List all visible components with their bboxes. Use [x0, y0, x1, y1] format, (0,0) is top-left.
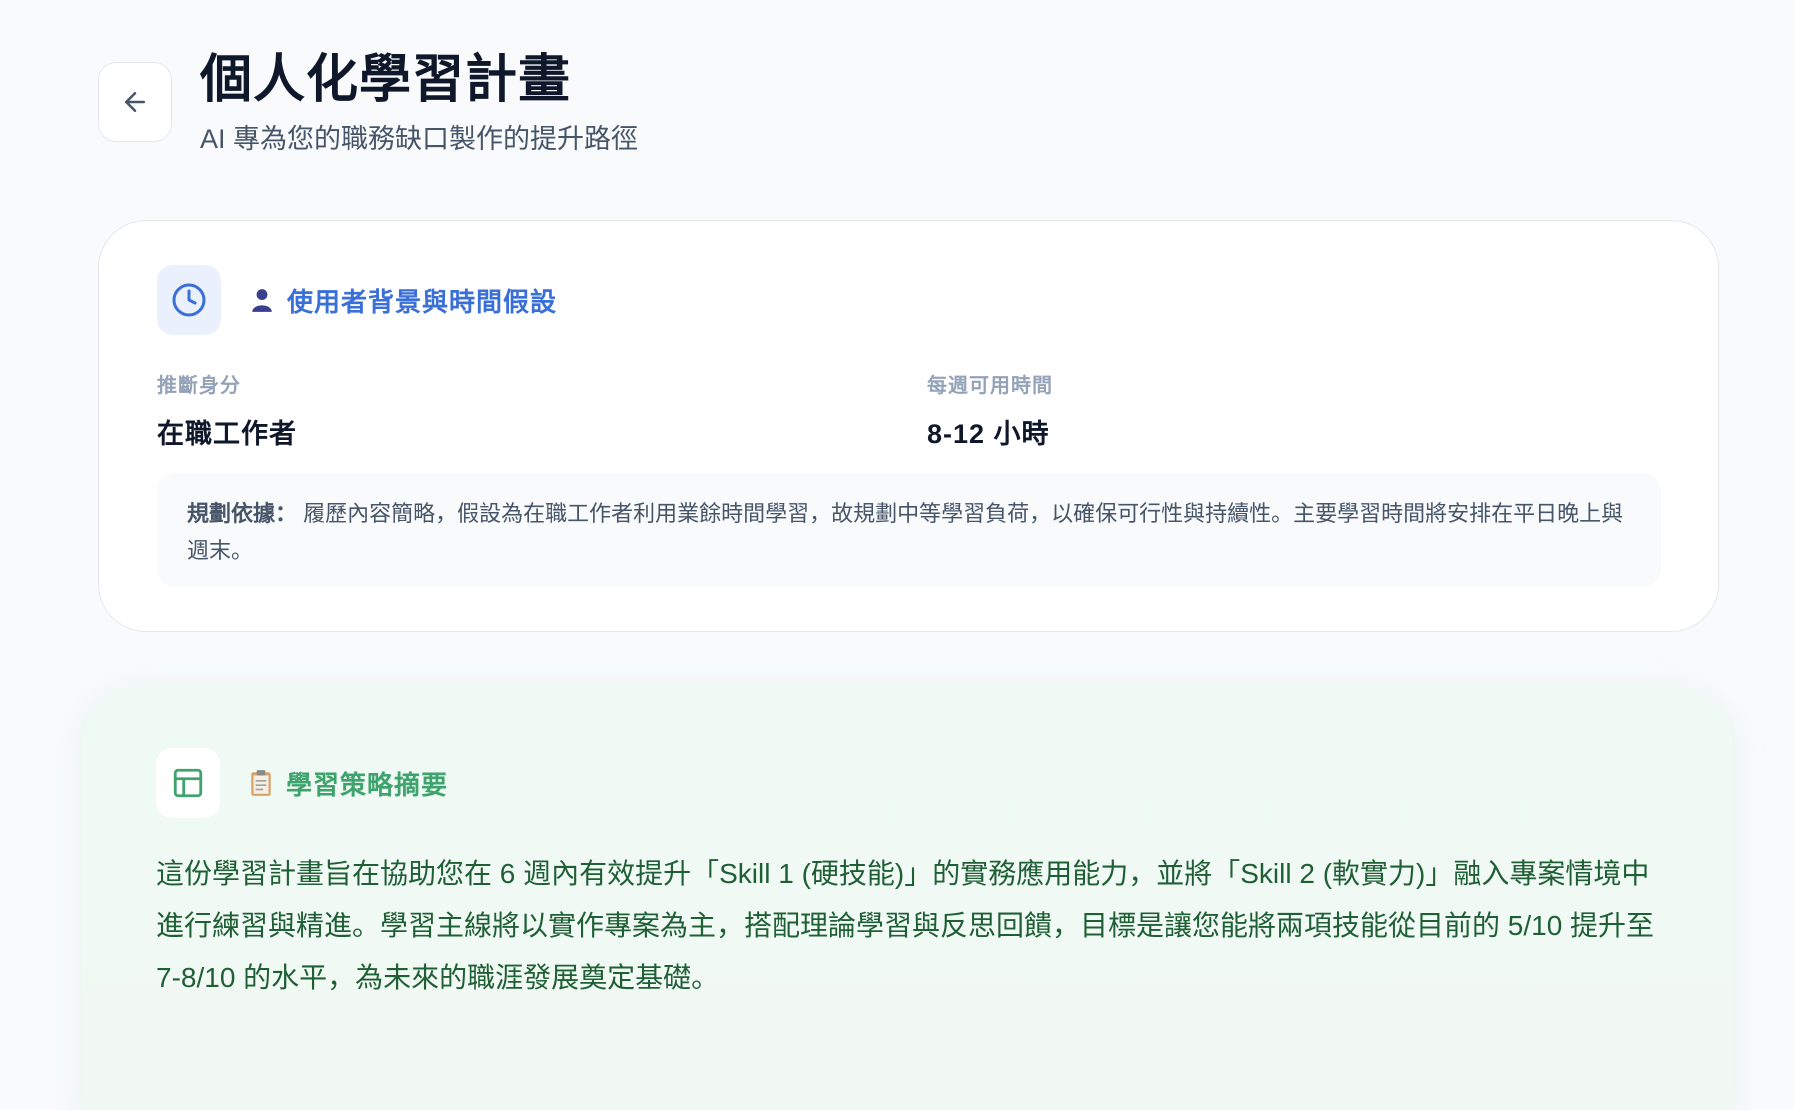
- background-assumptions-card: 使用者背景與時間假設 推斷身分 在職工作者 每週可用時間 8-12 小時 規劃依…: [98, 220, 1719, 632]
- layout-icon-box: [156, 748, 220, 818]
- page-header: 個人化學習計畫 AI 專為您的職務缺口製作的提升路徑: [98, 48, 638, 156]
- arrow-left-icon: [125, 92, 145, 112]
- weekly-time-field: 每週可用時間 8-12 小時: [927, 369, 1053, 451]
- page-subtitle: AI 專為您的職務缺口製作的提升路徑: [200, 124, 639, 154]
- weekly-time-value: 8-12 小時: [927, 419, 1050, 449]
- clipboard-icon: [248, 769, 274, 797]
- weekly-time-label: 每週可用時間: [927, 375, 1053, 397]
- strategy-summary-card: 學習策略摘要 這份學習計畫旨在協助您在 6 週內有效提升「Skill 1 (硬技…: [82, 686, 1732, 1110]
- learning-plan-page: 個人化學習計畫 AI 專為您的職務缺口製作的提升路徑 使用者背景與時間假設 推斷…: [0, 0, 1794, 1110]
- planning-basis-box: 規劃依據： 履歷內容簡略，假設為在職工作者利用業餘時間學習，故規劃中等學習負荷，…: [157, 473, 1661, 587]
- planning-basis-text: 履歷內容簡略，假設為在職工作者利用業餘時間學習，故規劃中等學習負荷，以確保可行性…: [187, 501, 1624, 563]
- back-button[interactable]: [98, 62, 172, 142]
- background-section-title: 使用者背景與時間假設: [287, 286, 558, 317]
- strategy-summary-text: 這份學習計畫旨在協助您在 6 週內有效提升「Skill 1 (硬技能)」的實務應…: [156, 858, 1655, 993]
- layout-icon: [173, 768, 203, 798]
- page-title: 個人化學習計畫: [200, 51, 572, 109]
- identity-label: 推斷身分: [157, 375, 241, 397]
- clock-icon: [172, 283, 206, 317]
- identity-value: 在職工作者: [157, 419, 297, 449]
- planning-basis-label: 規劃依據：: [187, 501, 298, 526]
- identity-field: 推斷身分 在職工作者: [157, 369, 297, 451]
- header-text: 個人化學習計畫 AI 專為您的職務缺口製作的提升路徑: [200, 48, 638, 156]
- user-silhouette-icon: [249, 287, 275, 313]
- strategy-section-header: 學習策略摘要: [156, 748, 448, 818]
- clock-icon-box: [157, 265, 221, 335]
- background-section-header: 使用者背景與時間假設: [157, 265, 557, 335]
- strategy-section-title: 學習策略摘要: [286, 769, 449, 800]
